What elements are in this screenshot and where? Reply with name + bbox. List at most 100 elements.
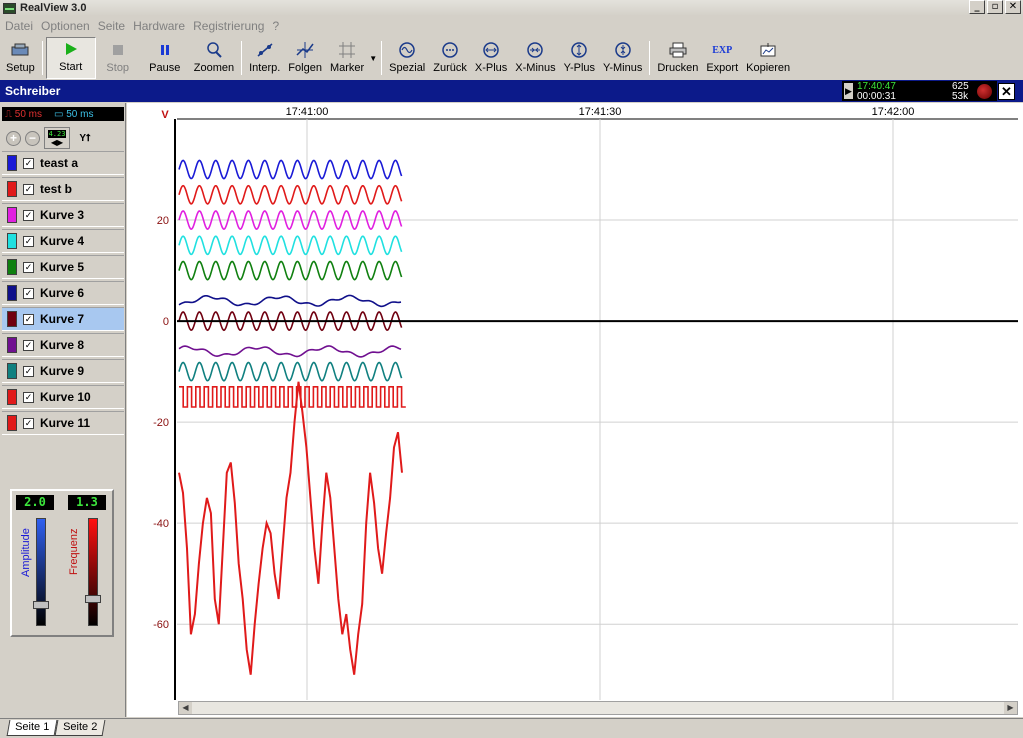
menu-datei[interactable]: Datei <box>3 19 39 33</box>
y-tick-label: -40 <box>153 518 169 530</box>
channel-checkbox[interactable]: ✓ <box>23 209 34 221</box>
channel-checkbox[interactable]: ✓ <box>23 417 34 429</box>
setup-button[interactable]: Setup <box>2 37 39 79</box>
tab-seite-1[interactable]: Seite 1 <box>6 720 58 736</box>
xplus-button[interactable]: X-Plus <box>471 37 511 79</box>
channel-row[interactable]: ✓ Kurve 7 <box>2 307 124 331</box>
channel-color-swatch[interactable] <box>7 207 17 223</box>
tab-seite-2-label: Seite 2 <box>63 721 98 733</box>
amplitude-slider[interactable] <box>33 518 49 626</box>
yplus-icon <box>569 41 589 59</box>
value-tool-text: 4.23 <box>47 129 67 138</box>
interp-button[interactable]: Interp. <box>245 37 284 79</box>
channel-checkbox[interactable]: ✓ <box>23 365 34 377</box>
channel-color-swatch[interactable] <box>7 415 17 431</box>
channel-row[interactable]: ✓ test b <box>2 177 124 201</box>
channel-row[interactable]: ✓ Kurve 8 <box>2 333 124 357</box>
amplitude-slider-thumb[interactable] <box>33 601 49 609</box>
close-button[interactable]: ✕ <box>1005 0 1021 14</box>
channel-color-swatch[interactable] <box>7 285 17 301</box>
channel-name: Kurve 6 <box>40 286 85 300</box>
value-tool-icon[interactable]: 4.23 ◀▶ <box>44 127 70 149</box>
tab-seite-2[interactable]: Seite 2 <box>54 720 106 736</box>
maximize-button[interactable]: ▫ <box>987 0 1003 14</box>
scroll-right-icon[interactable]: ▶ <box>1004 702 1017 714</box>
yplus-button[interactable]: Y-Plus <box>560 37 599 79</box>
channel-color-swatch[interactable] <box>7 311 17 327</box>
add-channel-icon[interactable]: + <box>6 130 21 146</box>
chart-area[interactable]: 17:41:00 17:41:30 17:42:00 20 0 -20 -40 -60 V <box>127 103 1023 717</box>
series-line-kurve-10 <box>179 385 406 408</box>
timebase-2: ▭ 50 ms <box>54 108 94 120</box>
series-line-kurve-8 <box>178 345 402 358</box>
channel-color-swatch[interactable] <box>7 259 17 275</box>
channel-checkbox[interactable]: ✓ <box>23 313 34 325</box>
menu-registrierung[interactable]: Registrierung <box>191 19 270 33</box>
xminus-label: X-Minus <box>515 62 556 74</box>
y-tick-label: -20 <box>153 417 169 429</box>
menu-hardware[interactable]: Hardware <box>131 19 191 33</box>
y-axis-tool-icon[interactable]: Y⭡ <box>74 127 96 149</box>
copy-icon <box>758 41 778 59</box>
yplus-label: Y-Plus <box>563 62 596 74</box>
remove-channel-icon[interactable]: − <box>25 130 40 146</box>
export-button[interactable]: EXP Export <box>702 37 742 79</box>
xminus-button[interactable]: X-Minus <box>511 37 559 79</box>
menu-bar: Datei Optionen Seite Hardware Registrier… <box>0 17 1023 35</box>
channel-checkbox[interactable]: ✓ <box>23 183 34 195</box>
channel-name: Kurve 3 <box>40 208 85 222</box>
channel-row[interactable]: ✓ Kurve 4 <box>2 229 124 253</box>
folgen-label: Folgen <box>288 62 322 74</box>
channel-color-swatch[interactable] <box>7 337 17 353</box>
pause-button[interactable]: Pause <box>140 37 190 79</box>
scroll-left-icon[interactable]: ◀ <box>179 702 192 714</box>
channel-row[interactable]: ✓ Kurve 5 <box>2 255 124 279</box>
channel-checkbox[interactable]: ✓ <box>23 287 34 299</box>
folgen-button[interactable]: Folgen <box>284 37 326 79</box>
marker-label: Marker <box>329 62 365 74</box>
channel-checkbox[interactable]: ✓ <box>23 157 34 169</box>
status-toggle-icon[interactable]: ▶ <box>844 83 853 99</box>
marker-button[interactable]: Marker <box>326 37 368 79</box>
minimize-button[interactable]: _ <box>969 0 985 14</box>
kopieren-button[interactable]: Kopieren <box>742 37 794 79</box>
channel-color-swatch[interactable] <box>7 155 17 171</box>
horizontal-scrollbar[interactable]: ◀ ▶ <box>178 701 1018 715</box>
channel-color-swatch[interactable] <box>7 363 17 379</box>
menu-optionen[interactable]: Optionen <box>39 19 96 33</box>
drucken-button[interactable]: Drucken <box>653 37 702 79</box>
channel-checkbox[interactable]: ✓ <box>23 235 34 247</box>
marker-dropdown-icon[interactable]: ▼ <box>368 37 378 79</box>
channel-checkbox[interactable]: ✓ <box>23 261 34 273</box>
stop-button[interactable]: Stop <box>96 37 140 79</box>
frequenz-slider[interactable] <box>85 518 101 626</box>
x-tick-label: 17:41:30 <box>579 106 622 118</box>
series-line-teast-a <box>178 159 403 180</box>
frequenz-slider-thumb[interactable] <box>85 595 101 603</box>
zurueck-button[interactable]: Zurück <box>429 37 471 79</box>
channel-row[interactable]: ✓ teast a <box>2 151 124 175</box>
tab-seite-1-label: Seite 1 <box>15 721 50 733</box>
channel-row[interactable]: ✓ Kurve 10 <box>2 385 124 409</box>
channel-color-swatch[interactable] <box>7 389 17 405</box>
channel-name: Kurve 11 <box>40 416 91 430</box>
xminus-icon <box>525 41 545 59</box>
channel-checkbox[interactable]: ✓ <box>23 391 34 403</box>
channel-checkbox[interactable]: ✓ <box>23 339 34 351</box>
y-tick-label: 20 <box>157 215 169 227</box>
play-icon <box>61 40 81 58</box>
channel-color-swatch[interactable] <box>7 181 17 197</box>
menu-help[interactable]: ? <box>270 19 285 33</box>
channel-row[interactable]: ✓ Kurve 6 <box>2 281 124 305</box>
channel-name: Kurve 9 <box>40 364 85 378</box>
start-button[interactable]: Start <box>45 37 96 79</box>
channel-row[interactable]: ✓ Kurve 3 <box>2 203 124 227</box>
menu-seite[interactable]: Seite <box>96 19 131 33</box>
channel-row[interactable]: ✓ Kurve 9 <box>2 359 124 383</box>
spezial-button[interactable]: Spezial <box>385 37 429 79</box>
channel-color-swatch[interactable] <box>7 233 17 249</box>
channel-row[interactable]: ✓ Kurve 11 <box>2 411 124 435</box>
recorder-close-button[interactable]: ✕ <box>998 83 1015 100</box>
yminus-button[interactable]: Y-Minus <box>599 37 646 79</box>
zoomen-button[interactable]: Zoomen <box>190 37 238 79</box>
